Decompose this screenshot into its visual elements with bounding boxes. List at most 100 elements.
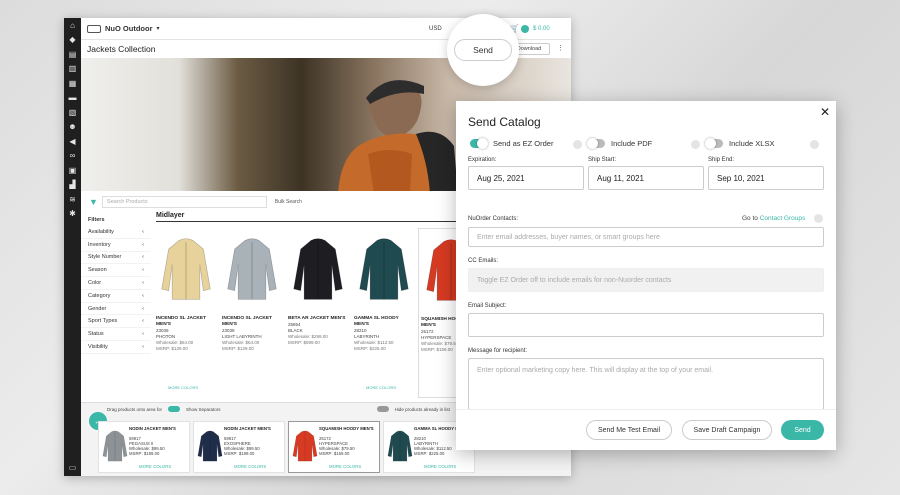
list-icon[interactable]: ▥ xyxy=(64,62,81,77)
filters-heading: Filters xyxy=(88,217,105,223)
more-colors-link[interactable]: MORE COLORS xyxy=(329,464,361,469)
filter-item[interactable]: Color ‹ xyxy=(81,277,151,290)
product-card[interactable]: GAMMA SL HOODY MEN'S 28210 LABYRINTH Wholes… xyxy=(352,228,416,398)
product-name: NODIN JACKET MEN'S xyxy=(129,426,176,431)
include-pdf-label: Include PDF xyxy=(611,139,653,148)
product-card[interactable]: BETA AR JACKET MEN'S 25854 BLACK Wholesale:… xyxy=(286,228,350,398)
filter-item[interactable]: Category ‹ xyxy=(81,290,151,303)
drag-hint: Drag products onto area for xyxy=(107,406,163,412)
product-image[interactable] xyxy=(156,230,216,308)
link-icon[interactable]: ∞ xyxy=(64,149,81,164)
include-pdf-toggle[interactable] xyxy=(587,138,605,149)
cart-count-badge xyxy=(521,25,529,33)
chart-icon[interactable]: ▟ xyxy=(64,178,81,193)
save-draft-button[interactable]: Save Draft Campaign xyxy=(682,420,772,440)
box-icon[interactable]: ▣ xyxy=(64,163,81,178)
expiration-field[interactable]: Aug 25, 2021 xyxy=(468,166,584,190)
chevron-left-icon: ‹ xyxy=(142,228,144,235)
more-vert-icon[interactable]: ⋮ xyxy=(557,44,564,52)
bulk-search-link[interactable]: Bulk Search xyxy=(275,199,302,205)
go-to-text: Go to xyxy=(742,215,758,222)
more-colors-link[interactable]: MORE COLORS xyxy=(366,385,396,390)
msrp-price: MSRP: $225.00 xyxy=(354,346,386,351)
product-card[interactable]: INCENDO SL JACKET MEN'S 23039 PHOTON Wholes… xyxy=(154,228,218,398)
product-card[interactable]: INCENDO SL JACKET MEN'S 23039 LIGHT LABYRI… xyxy=(220,228,284,398)
cart-amount: $ 0.00 xyxy=(533,25,550,32)
send-callout: Send xyxy=(447,14,519,86)
include-pdf-toggle-row[interactable]: Include PDF xyxy=(587,138,653,149)
more-colors-link[interactable]: MORE COLORS xyxy=(424,464,456,469)
brand-name[interactable]: NuO Outdoor xyxy=(105,24,153,33)
currency-selector[interactable]: USD xyxy=(429,26,442,32)
search-input[interactable]: Search Products xyxy=(101,196,267,208)
close-icon[interactable]: ✕ xyxy=(820,105,830,119)
ez-order-toggle[interactable] xyxy=(470,138,488,149)
chevron-left-icon: ‹ xyxy=(142,254,144,261)
info-icon[interactable] xyxy=(814,214,823,223)
product-image[interactable] xyxy=(387,428,413,464)
wifi-icon[interactable]: ≋ xyxy=(64,192,81,207)
filter-item[interactable]: Visibility ‹ xyxy=(81,341,151,354)
megaphone-icon[interactable]: ◀ xyxy=(64,134,81,149)
chevron-down-icon[interactable]: ▾ xyxy=(157,25,160,32)
book-icon[interactable]: ▧ xyxy=(64,105,81,120)
home-icon[interactable]: ⌂ xyxy=(64,18,81,33)
document-icon[interactable]: ▦ xyxy=(64,76,81,91)
product-image[interactable] xyxy=(354,230,414,308)
gear-icon[interactable]: ✱ xyxy=(64,207,81,222)
chevron-left-icon: ‹ xyxy=(142,318,144,325)
keyboard-icon[interactable]: ▭ xyxy=(64,463,81,472)
product-image[interactable] xyxy=(292,428,318,464)
message-textarea[interactable]: Enter optional marketing copy here. This… xyxy=(468,358,824,410)
assortment-card[interactable]: NODIN JACKET MEN'S 59917 EXOSPHERE Wholesal… xyxy=(193,421,285,473)
product-image[interactable] xyxy=(197,428,223,464)
ship-end-field[interactable]: Sep 10, 2021 xyxy=(708,166,824,190)
ez-order-toggle-row[interactable]: Send as EZ Order xyxy=(470,138,553,149)
monitor-icon[interactable]: ▬ xyxy=(64,91,81,106)
info-icon[interactable] xyxy=(810,140,819,149)
page-title: Jackets Collection xyxy=(87,44,156,54)
product-name: INCENDO SL JACKET MEN'S xyxy=(222,316,273,327)
contacts-input[interactable]: Enter email addresses, buyer names, or s… xyxy=(468,227,824,247)
cc-emails-input[interactable]: Toggle EZ Order off to include emails fo… xyxy=(468,268,824,292)
send-button-zoom[interactable]: Send xyxy=(454,39,512,61)
product-image[interactable] xyxy=(288,230,348,308)
filter-item[interactable]: Season ‹ xyxy=(81,264,151,278)
assortment-card[interactable]: SQUAMISH HOODY MEN'S 25172 HYPERSPACE Whole… xyxy=(288,421,380,473)
hide-in-list-toggle[interactable] xyxy=(376,406,389,412)
assortment-card[interactable]: NODIN JACKET MEN'S 59917 PEGASUS II Wholesa… xyxy=(98,421,190,473)
icon-rail: ⌂ ◆ ▤ ▥ ▦ ▬ ▧ ☻ ◀ ∞ ▣ ▟ ≋ ✱ ▭ xyxy=(64,18,81,476)
more-colors-link[interactable]: MORE COLORS xyxy=(139,464,171,469)
contacts-label: NuOrder Contacts: xyxy=(468,216,519,222)
tag-icon[interactable]: ◆ xyxy=(64,33,81,48)
catalog-icon[interactable]: ▤ xyxy=(64,47,81,62)
filter-icon[interactable]: ▼ xyxy=(89,197,98,207)
send-test-email-button[interactable]: Send Me Test Email xyxy=(586,420,672,440)
contact-groups-link[interactable]: Go to Contact Groups xyxy=(742,215,805,222)
product-image[interactable] xyxy=(102,428,128,464)
include-xlsx-toggle[interactable] xyxy=(705,138,723,149)
chevron-left-icon: ‹ xyxy=(142,267,144,274)
info-icon[interactable] xyxy=(691,140,700,149)
modal-footer: Send Me Test Email Save Draft Campaign S… xyxy=(456,409,836,450)
ship-start-field[interactable]: Aug 11, 2021 xyxy=(588,166,704,190)
product-info: 28210 LABYRINTH Wholesale: $112.50 MSRP: $2… xyxy=(414,436,452,456)
more-colors-link[interactable]: MORE COLORS xyxy=(168,385,198,390)
more-colors-link[interactable]: MORE COLORS xyxy=(234,464,266,469)
send-button[interactable]: Send xyxy=(781,420,824,440)
filter-item[interactable]: Gender ‹ xyxy=(81,303,151,316)
users-icon[interactable]: ☻ xyxy=(64,120,81,135)
filter-item[interactable]: Sport Types ‹ xyxy=(81,315,151,329)
filter-item[interactable]: Availability ‹ xyxy=(81,226,151,239)
filter-item[interactable]: Style Number ‹ xyxy=(81,252,151,265)
filter-item[interactable]: Inventory ‹ xyxy=(81,239,151,252)
include-xlsx-label: Include XLSX xyxy=(729,139,775,148)
info-icon[interactable] xyxy=(573,140,582,149)
cc-emails-label: CC Emails: xyxy=(468,258,499,264)
product-image[interactable] xyxy=(222,230,282,308)
show-separators-toggle[interactable] xyxy=(168,406,181,412)
include-xlsx-toggle-row[interactable]: Include XLSX xyxy=(705,138,775,149)
hide-in-list-label: Hide products already in list xyxy=(394,406,450,412)
filter-item[interactable]: Status ‹ xyxy=(81,328,151,342)
email-subject-input[interactable] xyxy=(468,313,824,337)
